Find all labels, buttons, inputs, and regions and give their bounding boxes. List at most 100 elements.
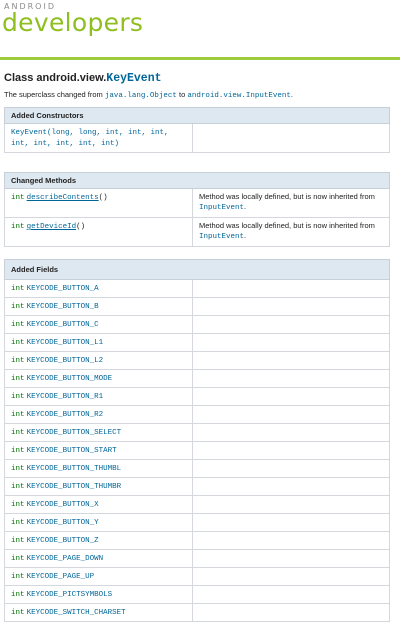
- table-row: int describeContents() Method was locall…: [4, 188, 390, 218]
- field-link[interactable]: KEYCODE_BUTTON_C: [27, 321, 99, 329]
- method-desc-link[interactable]: InputEvent: [199, 204, 244, 212]
- field-type: int: [11, 321, 25, 329]
- changed-methods-heading: Changed Methods: [4, 172, 390, 189]
- field-desc-cell: [192, 387, 390, 406]
- field-type: int: [11, 537, 25, 545]
- added-constructors-table: Added Constructors KeyEvent(long, long, …: [4, 107, 390, 153]
- method-desc-end: .: [244, 202, 247, 211]
- added-fields-table: Added Fields int KEYCODE_BUTTON_A int KEY…: [4, 259, 390, 622]
- table-row: int KEYCODE_BUTTON_R2: [4, 405, 390, 424]
- field-name-cell: int KEYCODE_PAGE_DOWN: [4, 549, 193, 568]
- method-link-getDeviceId[interactable]: getDeviceId: [27, 223, 77, 231]
- field-name-cell: int KEYCODE_BUTTON_R1: [4, 387, 193, 406]
- field-name-cell: int KEYCODE_BUTTON_C: [4, 315, 193, 334]
- method-signature-cell: int describeContents(): [4, 188, 193, 218]
- constructor-cell: KeyEvent(long, long, int, int, int, int,…: [4, 123, 193, 153]
- table-row: int KEYCODE_BUTTON_THUMBR: [4, 477, 390, 496]
- table-row: int KEYCODE_BUTTON_R1: [4, 387, 390, 406]
- constructor-params-line1: (long, long, int, int, int,: [47, 129, 169, 137]
- field-desc-cell: [192, 333, 390, 352]
- superclass-text-before: The superclass changed from: [4, 90, 105, 99]
- field-name-cell: int KEYCODE_BUTTON_A: [4, 279, 193, 298]
- field-link[interactable]: KEYCODE_PAGE_UP: [27, 573, 95, 581]
- method-desc-text: Method was locally defined, but is now i…: [199, 221, 375, 230]
- field-desc-cell: [192, 513, 390, 532]
- method-suffix: (): [76, 223, 86, 231]
- field-link[interactable]: KEYCODE_BUTTON_R1: [27, 393, 104, 401]
- table-row: int KEYCODE_BUTTON_L2: [4, 351, 390, 370]
- table-row: int KEYCODE_BUTTON_B: [4, 297, 390, 316]
- field-desc-cell: [192, 441, 390, 460]
- page-title: Class android.view.KeyEvent: [4, 72, 162, 85]
- added-constructors-heading: Added Constructors: [4, 107, 390, 124]
- field-link[interactable]: KEYCODE_PICTSYMBOLS: [27, 591, 113, 599]
- superclass-old[interactable]: java.lang.Object: [105, 92, 177, 100]
- superclass-text-middle: to: [176, 90, 188, 99]
- field-desc-cell: [192, 297, 390, 316]
- class-title-name: KeyEvent: [106, 72, 162, 85]
- method-link-describeContents[interactable]: describeContents: [27, 194, 99, 202]
- field-link[interactable]: KEYCODE_BUTTON_L1: [27, 339, 104, 347]
- header-rule: [0, 57, 400, 60]
- field-type: int: [11, 591, 25, 599]
- field-name-cell: int KEYCODE_BUTTON_Z: [4, 531, 193, 550]
- field-type: int: [11, 375, 25, 383]
- logo-big-text: developers: [2, 8, 144, 37]
- field-type: int: [11, 609, 25, 617]
- field-desc-cell: [192, 351, 390, 370]
- table-row: int KEYCODE_BUTTON_X: [4, 495, 390, 514]
- field-link[interactable]: KEYCODE_BUTTON_R2: [27, 411, 104, 419]
- table-row: int KEYCODE_BUTTON_THUMBL: [4, 459, 390, 478]
- field-link[interactable]: KEYCODE_BUTTON_X: [27, 501, 99, 509]
- field-link[interactable]: KEYCODE_BUTTON_THUMBL: [27, 465, 122, 473]
- method-return-type: int: [11, 223, 25, 231]
- field-desc-cell: [192, 315, 390, 334]
- android-developers-logo[interactable]: ANDROID developers: [0, 0, 400, 58]
- field-name-cell: int KEYCODE_BUTTON_START: [4, 441, 193, 460]
- field-name-cell: int KEYCODE_SWITCH_CHARSET: [4, 603, 193, 622]
- field-desc-cell: [192, 549, 390, 568]
- field-name-cell: int KEYCODE_BUTTON_X: [4, 495, 193, 514]
- field-link[interactable]: KEYCODE_BUTTON_Z: [27, 537, 99, 545]
- field-name-cell: int KEYCODE_BUTTON_THUMBR: [4, 477, 193, 496]
- field-type: int: [11, 429, 25, 437]
- table-row: int KEYCODE_BUTTON_SELECT: [4, 423, 390, 442]
- constructor-params-line2: int, int, int, int, int): [11, 140, 120, 148]
- field-name-cell: int KEYCODE_BUTTON_MODE: [4, 369, 193, 388]
- field-link[interactable]: KEYCODE_BUTTON_THUMBR: [27, 483, 122, 491]
- table-row: int KEYCODE_PAGE_DOWN: [4, 549, 390, 568]
- table-row: int KEYCODE_BUTTON_L1: [4, 333, 390, 352]
- field-desc-cell: [192, 459, 390, 478]
- field-name-cell: int KEYCODE_PICTSYMBOLS: [4, 585, 193, 604]
- field-link[interactable]: KEYCODE_BUTTON_MODE: [27, 375, 113, 383]
- field-link[interactable]: KEYCODE_SWITCH_CHARSET: [27, 609, 126, 617]
- field-type: int: [11, 573, 25, 581]
- superclass-new[interactable]: android.view.InputEvent: [187, 92, 291, 100]
- field-desc-cell: [192, 603, 390, 622]
- field-link[interactable]: KEYCODE_BUTTON_SELECT: [27, 429, 122, 437]
- table-row: int KEYCODE_SWITCH_CHARSET: [4, 603, 390, 622]
- field-link[interactable]: KEYCODE_BUTTON_START: [27, 447, 117, 455]
- method-desc-link[interactable]: InputEvent: [199, 233, 244, 241]
- field-type: int: [11, 393, 25, 401]
- constructor-link[interactable]: KeyEvent: [11, 129, 47, 137]
- superclass-note: The superclass changed from java.lang.Ob…: [4, 90, 293, 100]
- field-link[interactable]: KEYCODE_PAGE_DOWN: [27, 555, 104, 563]
- field-name-cell: int KEYCODE_BUTTON_L1: [4, 333, 193, 352]
- method-desc-text: Method was locally defined, but is now i…: [199, 192, 375, 201]
- field-link[interactable]: KEYCODE_BUTTON_B: [27, 303, 99, 311]
- field-link[interactable]: KEYCODE_BUTTON_L2: [27, 357, 104, 365]
- table-row: int KEYCODE_BUTTON_C: [4, 315, 390, 334]
- field-link[interactable]: KEYCODE_BUTTON_Y: [27, 519, 99, 527]
- field-link[interactable]: KEYCODE_BUTTON_A: [27, 285, 99, 293]
- method-desc-cell: Method was locally defined, but is now i…: [192, 217, 390, 247]
- changed-methods-table: Changed Methods int describeContents() M…: [4, 172, 390, 247]
- constructor-desc-cell: [192, 123, 390, 153]
- table-row: int KEYCODE_BUTTON_START: [4, 441, 390, 460]
- table-row: int KEYCODE_BUTTON_Y: [4, 513, 390, 532]
- method-signature-cell: int getDeviceId(): [4, 217, 193, 247]
- class-title-prefix: Class android.view.: [4, 72, 107, 84]
- field-name-cell: int KEYCODE_BUTTON_B: [4, 297, 193, 316]
- table-row: int KEYCODE_BUTTON_A: [4, 279, 390, 298]
- field-type: int: [11, 465, 25, 473]
